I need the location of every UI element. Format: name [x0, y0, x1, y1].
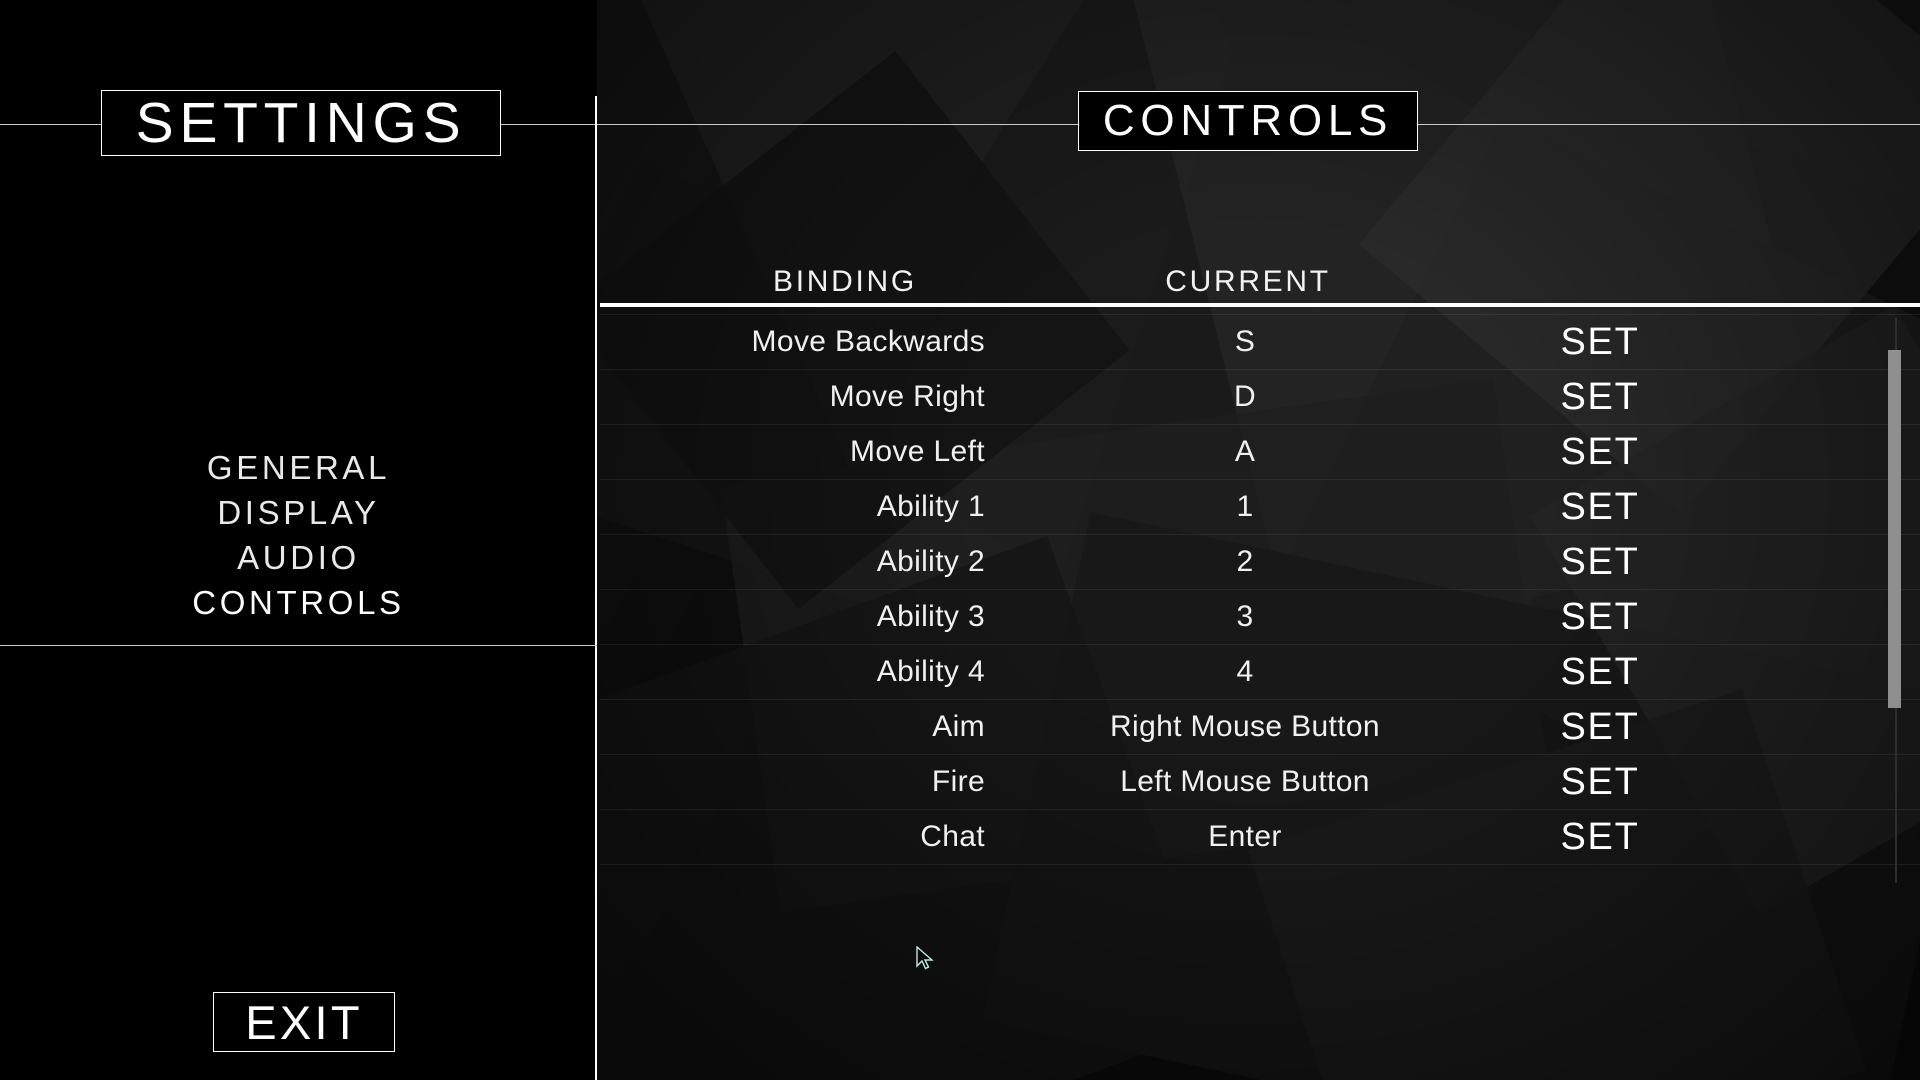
binding-label: Move Left	[850, 435, 985, 468]
column-header-binding: BINDING	[773, 265, 917, 298]
table-row: Move Right D SET	[600, 370, 1920, 425]
table-row: Ability 2 2 SET	[600, 535, 1920, 590]
table-row: Move ForwardsWSET	[600, 307, 1920, 315]
page-title: SETTINGS	[101, 90, 501, 156]
binding-label: Ability 4	[876, 655, 985, 688]
table-row: Ability 1 1 SET	[600, 480, 1920, 535]
table-row: Chat Enter SET	[600, 810, 1920, 865]
scrollbar-thumb[interactable]	[1888, 350, 1901, 708]
exit-button[interactable]: EXIT	[213, 992, 395, 1052]
current-key-value: Enter	[1208, 820, 1282, 853]
sidebar-item-controls[interactable]: CONTROLS	[192, 583, 404, 624]
current-key-value: A	[1234, 435, 1256, 468]
set-binding-button[interactable]: SET	[1480, 706, 1720, 749]
settings-screen: SETTINGS GENERAL DISPLAY AUDIO CONTROLS …	[0, 0, 1920, 1080]
table-row: Ability 4 4 SET	[600, 645, 1920, 700]
binding-label: Ability 2	[876, 545, 985, 578]
set-binding-button[interactable]: SET	[1480, 321, 1720, 364]
current-key-value: 1	[1236, 490, 1254, 523]
binding-label: Move Backwards	[751, 325, 985, 358]
current-key-value: 2	[1236, 545, 1254, 578]
table-row: Fire Left Mouse Button SET	[600, 755, 1920, 810]
table-row: Move Backwards S SET	[600, 315, 1920, 370]
binding-label: Aim	[932, 710, 985, 743]
column-header-current: CURRENT	[1165, 265, 1331, 298]
current-key-value: Left Mouse Button	[1120, 765, 1370, 798]
panel-title: CONTROLS	[1078, 91, 1418, 151]
set-binding-button[interactable]: SET	[1480, 651, 1720, 694]
sidebar-item-general[interactable]: GENERAL	[207, 448, 390, 489]
sidebar-bottom-rule	[0, 645, 597, 646]
current-key-value: D	[1233, 380, 1257, 413]
set-binding-button[interactable]: SET	[1480, 486, 1720, 529]
sidebar-item-display[interactable]: DISPLAY	[217, 493, 379, 534]
set-binding-button[interactable]: SET	[1480, 431, 1720, 474]
current-key-value: 4	[1236, 655, 1254, 688]
current-key-value: 3	[1236, 600, 1254, 633]
set-binding-button[interactable]: SET	[1480, 541, 1720, 584]
current-key-value: Right Mouse Button	[1110, 710, 1380, 743]
binding-label: Move Right	[829, 380, 985, 413]
binding-label: Chat	[920, 820, 985, 853]
keybindings-rows: Move ForwardsWSETMove BackwardsSSETMove …	[600, 307, 1920, 865]
binding-label: Ability 3	[876, 600, 985, 633]
set-binding-button[interactable]: SET	[1480, 761, 1720, 804]
sidebar-item-audio[interactable]: AUDIO	[237, 538, 360, 579]
table-row: Aim Right Mouse Button SET	[600, 700, 1920, 755]
set-binding-button[interactable]: SET	[1480, 307, 1720, 309]
set-binding-button[interactable]: SET	[1480, 816, 1720, 859]
keybindings-table: Move ForwardsWSETMove BackwardsSSETMove …	[600, 307, 1920, 885]
mouse-cursor	[916, 946, 934, 970]
binding-label: Fire	[931, 765, 985, 798]
set-binding-button[interactable]: SET	[1480, 596, 1720, 639]
table-row: Move Left A SET	[600, 425, 1920, 480]
binding-label: Ability 1	[876, 490, 985, 523]
current-key-value: S	[1234, 325, 1256, 358]
set-binding-button[interactable]: SET	[1480, 376, 1720, 419]
table-row: Ability 3 3 SET	[600, 590, 1920, 645]
sidebar-menu: GENERAL DISPLAY AUDIO CONTROLS	[0, 448, 597, 624]
